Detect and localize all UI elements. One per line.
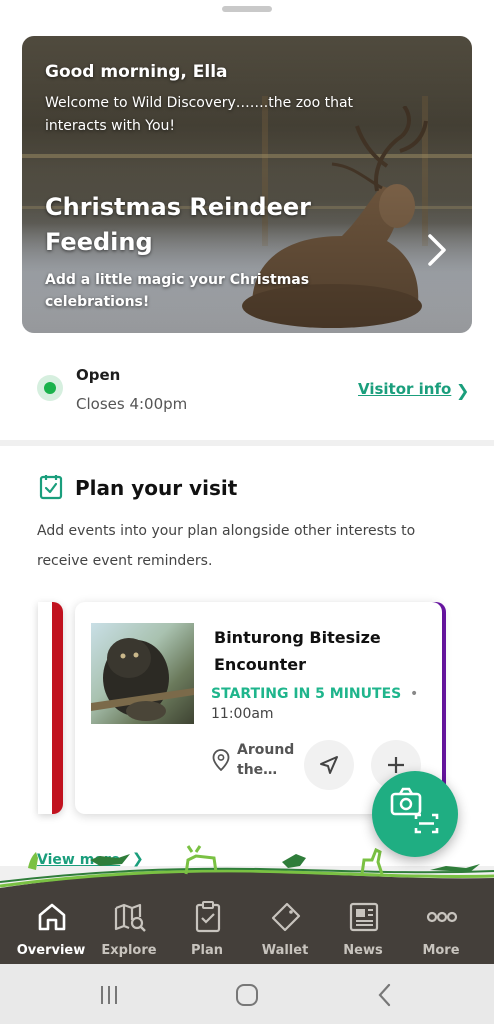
greeting-text: Good morning, Ella	[45, 62, 228, 82]
back-icon[interactable]	[372, 982, 398, 1008]
camera-scan-icon	[390, 787, 439, 834]
status-separator: •	[410, 686, 419, 702]
nav-item-news[interactable]: News	[325, 888, 401, 964]
nav-item-overview[interactable]: Overview	[13, 888, 89, 964]
bottom-navigation-bar: Overview Explore Plan Wallet News More	[0, 888, 494, 964]
visitor-info-link[interactable]: Visitor info	[358, 380, 451, 398]
plan-section-title: Plan your visit	[75, 476, 238, 500]
event-time: 11:00am	[211, 706, 274, 722]
nav-item-plan[interactable]: Plan	[169, 888, 245, 964]
event-photo	[91, 623, 194, 724]
event-start-status: STARTING IN 5 MINUTES	[211, 686, 402, 702]
system-navigation-bar	[0, 964, 494, 1024]
banner-title: Christmas Reindeer Feeding	[45, 193, 312, 256]
event-location: Around the…	[237, 742, 295, 778]
nav-label: Explore	[101, 943, 157, 958]
nav-label: More	[422, 943, 460, 958]
open-status-indicator	[37, 375, 63, 401]
event-title: Binturong Bitesize Encounter	[214, 628, 381, 674]
banner-subtitle: Add a little magic your Christmas celebr…	[45, 272, 310, 310]
nav-item-more[interactable]: More	[403, 888, 479, 964]
plan-section-description: Add events into your plan alongside othe…	[37, 523, 416, 569]
recent-apps-icon[interactable]	[96, 982, 122, 1008]
drag-handle[interactable]	[222, 6, 272, 12]
navigation-arrow-icon	[320, 756, 338, 774]
more-dots-icon	[426, 911, 458, 923]
chevron-right-icon[interactable]: ❯	[456, 381, 469, 400]
nav-label: Overview	[16, 943, 86, 958]
featured-event-banner[interactable]: Good morning, Ella Welcome to Wild Disco…	[22, 36, 472, 333]
nav-label: News	[343, 943, 383, 958]
chevron-right-icon[interactable]	[425, 233, 449, 267]
closing-time-label: Closes 4:00pm	[76, 395, 188, 413]
home-button-icon[interactable]	[234, 982, 260, 1008]
ticket-icon	[271, 902, 301, 932]
nav-item-explore[interactable]: Explore	[91, 888, 167, 964]
open-status-label: Open	[76, 366, 121, 384]
location-pin-icon	[212, 749, 230, 771]
home-icon	[38, 903, 66, 931]
map-search-icon	[114, 903, 146, 932]
previous-event-card[interactable]	[38, 602, 63, 814]
nav-item-wallet[interactable]: Wallet	[247, 888, 323, 964]
newspaper-icon	[349, 902, 379, 932]
welcome-text: Welcome to Wild Discovery…….the zoo that…	[45, 95, 354, 134]
nav-label: Wallet	[261, 943, 309, 958]
directions-button[interactable]	[304, 740, 354, 790]
scan-qr-button[interactable]	[372, 771, 458, 857]
opening-status-row: Open Closes 4:00pm Visitor info ❯	[0, 340, 494, 432]
clipboard-check-icon	[195, 901, 221, 933]
calendar-check-icon	[39, 475, 63, 500]
nav-label: Plan	[190, 943, 223, 958]
app-screen: Good morning, Ella Welcome to Wild Disco…	[0, 0, 494, 1024]
top-sheet: Good morning, Ella Welcome to Wild Disco…	[0, 0, 494, 440]
